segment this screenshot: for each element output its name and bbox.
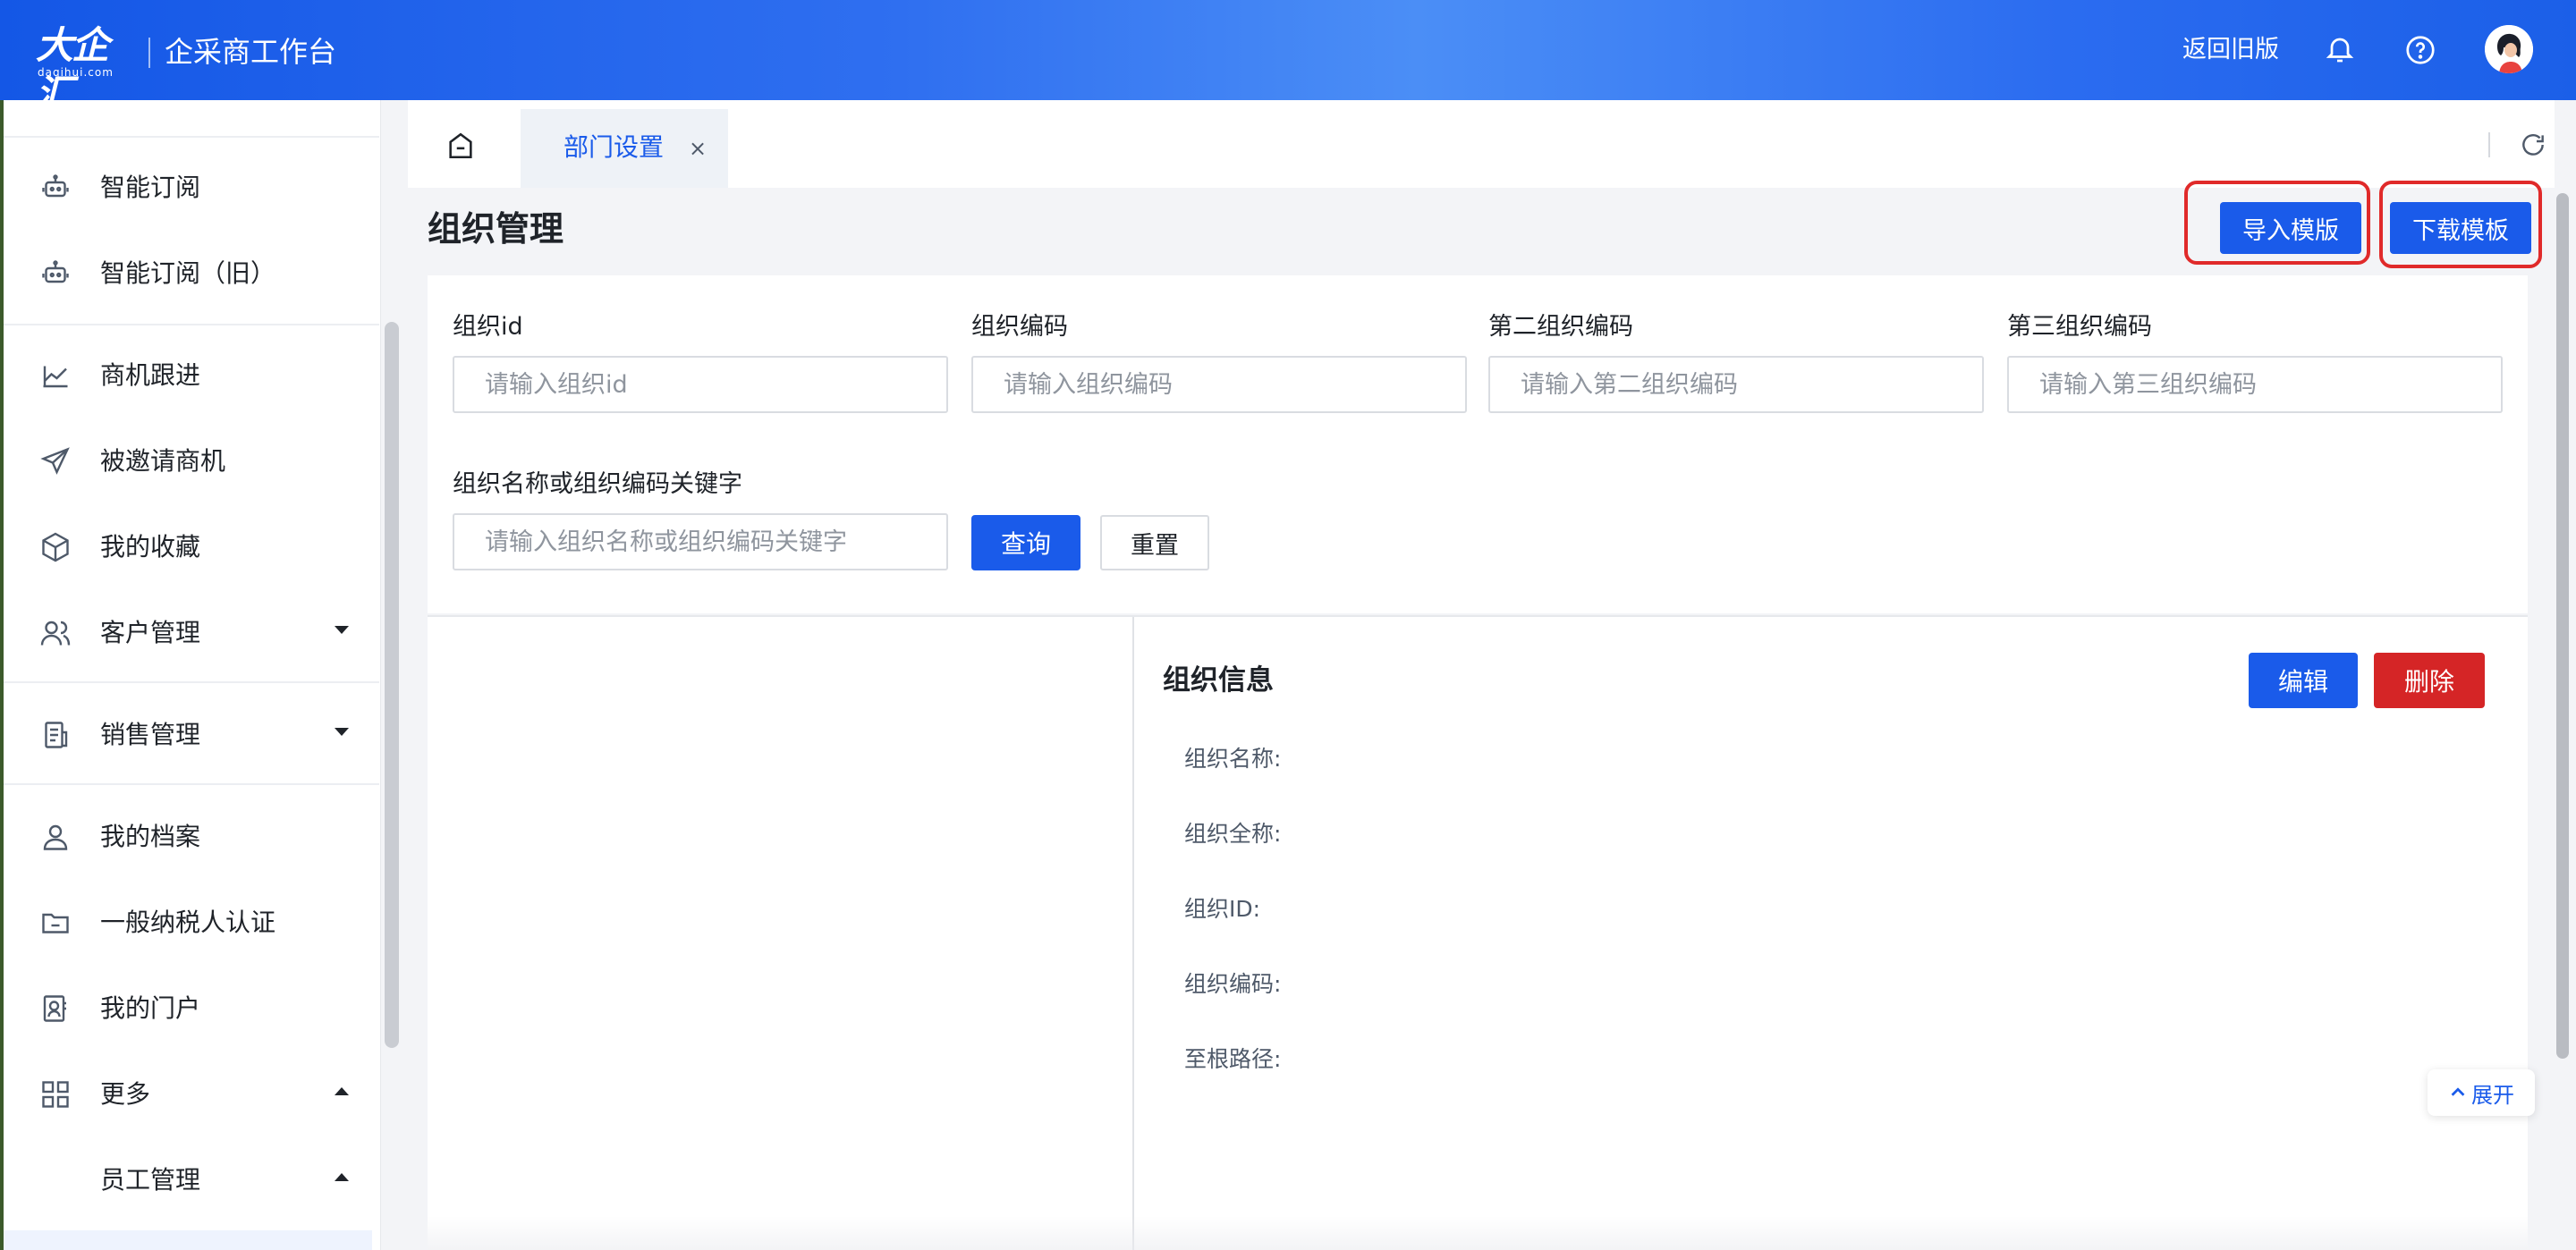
org-id-label: 组织id: [453, 313, 523, 341]
sidebar-divider: [4, 136, 379, 138]
import-template-button[interactable]: 导入模版: [2220, 202, 2361, 254]
sidebar-item-label: 我的档案: [100, 822, 201, 851]
sidebar-item-label: 员工管理: [100, 1165, 201, 1195]
chart-icon: [39, 359, 72, 392]
chevron-up-icon: [2451, 1087, 2465, 1096]
send-icon: [39, 445, 72, 477]
second-org-code-label: 第二组织编码: [1488, 313, 1633, 341]
org-info-title: 组织信息: [1163, 664, 1274, 697]
sidebar-item-label: 销售管理: [100, 720, 201, 749]
tab-department-settings[interactable]: 部门设置 ×: [521, 109, 728, 188]
chevron-up-icon: [335, 1087, 349, 1095]
sidebar: 智能订阅 智能订阅（旧） 商机跟进 被邀请商机 我的收藏 客户管理 销售管理 我…: [0, 100, 381, 1250]
logo-divider: [148, 38, 150, 68]
org-code-input[interactable]: [971, 356, 1467, 413]
help-icon[interactable]: [2404, 34, 2436, 66]
root-path-label: 至根路径:: [1184, 1046, 1282, 1072]
document-icon: [39, 719, 72, 751]
app-title: 企采商工作台: [165, 35, 337, 69]
edit-button[interactable]: 编辑: [2249, 653, 2358, 708]
sidebar-scrollbar[interactable]: [385, 322, 399, 1048]
org-keyword-label: 组织名称或组织编码关键字: [453, 470, 742, 498]
sidebar-active-item[interactable]: [4, 1230, 372, 1250]
sidebar-item-smart-subscription-old[interactable]: 智能订阅（旧）: [4, 231, 379, 317]
avatar[interactable]: [2485, 25, 2533, 73]
robot-icon: [39, 258, 72, 290]
org-detail-area: [428, 615, 2528, 1250]
close-icon[interactable]: ×: [689, 131, 707, 166]
bell-icon[interactable]: [2324, 34, 2356, 66]
org-id-input[interactable]: [453, 356, 948, 413]
query-button[interactable]: 查询: [971, 515, 1080, 570]
sidebar-item-invited-opportunity[interactable]: 被邀请商机: [4, 418, 379, 504]
logo[interactable]: 大企汇 daqihui.com: [36, 21, 136, 115]
sidebar-item-customer-management[interactable]: 客户管理: [4, 590, 379, 676]
sidebar-item-smart-subscription[interactable]: 智能订阅: [4, 145, 379, 231]
sidebar-item-sales-management[interactable]: 销售管理: [4, 692, 379, 778]
sidebar-divider: [4, 681, 379, 683]
expand-label: 展开: [2471, 1082, 2514, 1108]
sidebar-item-more[interactable]: 更多: [4, 1052, 379, 1137]
sidebar-item-label: 被邀请商机: [100, 446, 226, 476]
org-name-label: 组织名称:: [1184, 746, 1282, 772]
sidebar-item-label: 客户管理: [100, 618, 201, 647]
return-old-version-link[interactable]: 返回旧版: [2182, 32, 2279, 68]
sidebar-item-taxpayer-certification[interactable]: 一般纳税人认证: [4, 880, 379, 966]
split-divider[interactable]: [1132, 617, 1134, 1250]
top-header: 大企汇 daqihui.com 企采商工作台 返回旧版: [0, 0, 2576, 115]
third-org-code-label: 第三组织编码: [2007, 313, 2152, 341]
sidebar-item-label: 我的门户: [100, 993, 201, 1023]
expand-button[interactable]: 展开: [2428, 1069, 2535, 1116]
org-code-info-label: 组织编码:: [1184, 971, 1282, 997]
sidebar-item-label: 智能订阅: [100, 173, 201, 202]
sidebar-divider: [4, 324, 379, 325]
sidebar-item-label: 更多: [100, 1079, 151, 1109]
sidebar-divider: [4, 783, 379, 785]
sidebar-item-my-profile[interactable]: 我的档案: [4, 794, 379, 880]
grid-icon: [39, 1078, 72, 1111]
tabs-bar: 部门设置 ×: [408, 100, 2555, 188]
home-icon: [449, 132, 472, 159]
second-org-code-input[interactable]: [1488, 356, 1984, 413]
tab-home[interactable]: [408, 100, 521, 188]
page-title: 组织管理: [428, 209, 564, 249]
sidebar-item-my-portal[interactable]: 我的门户: [4, 966, 379, 1052]
cube-icon: [39, 531, 72, 563]
sidebar-item-my-favorites[interactable]: 我的收藏: [4, 504, 379, 590]
org-id-info-label: 组织ID:: [1184, 896, 1261, 922]
org-fullname-label: 组织全称:: [1184, 821, 1282, 847]
refresh-icon[interactable]: [2519, 131, 2547, 159]
user-icon: [39, 821, 72, 853]
tab-label: 部门设置: [564, 132, 665, 162]
robot-icon: [39, 172, 72, 204]
chevron-down-icon: [335, 728, 349, 736]
org-code-label: 组织编码: [971, 313, 1068, 341]
sidebar-item-label: 商机跟进: [100, 360, 201, 390]
sidebar-item-label: 我的收藏: [100, 532, 201, 562]
chevron-up-icon: [335, 1173, 349, 1181]
logo-subtext: daqihui.com: [38, 66, 114, 79]
third-org-code-input[interactable]: [2007, 356, 2503, 413]
sidebar-item-opportunity-follow[interactable]: 商机跟进: [4, 333, 379, 418]
download-template-button[interactable]: 下载模板: [2390, 202, 2531, 254]
portal-icon: [39, 992, 72, 1025]
sidebar-item-label: 一般纳税人认证: [100, 908, 276, 937]
reset-button[interactable]: 重置: [1100, 515, 1209, 570]
chevron-down-icon: [335, 626, 349, 634]
sidebar-item-label: 智能订阅（旧）: [100, 258, 276, 288]
main-scrollbar[interactable]: [2556, 193, 2569, 1059]
tabs-divider: [2488, 132, 2490, 157]
bottom-fade: [428, 1216, 2528, 1250]
org-keyword-input[interactable]: [453, 513, 948, 570]
delete-button[interactable]: 删除: [2374, 653, 2485, 708]
sidebar-item-employee-management[interactable]: 员工管理: [4, 1137, 379, 1223]
folder-icon: [39, 907, 72, 939]
users-icon: [39, 617, 72, 649]
